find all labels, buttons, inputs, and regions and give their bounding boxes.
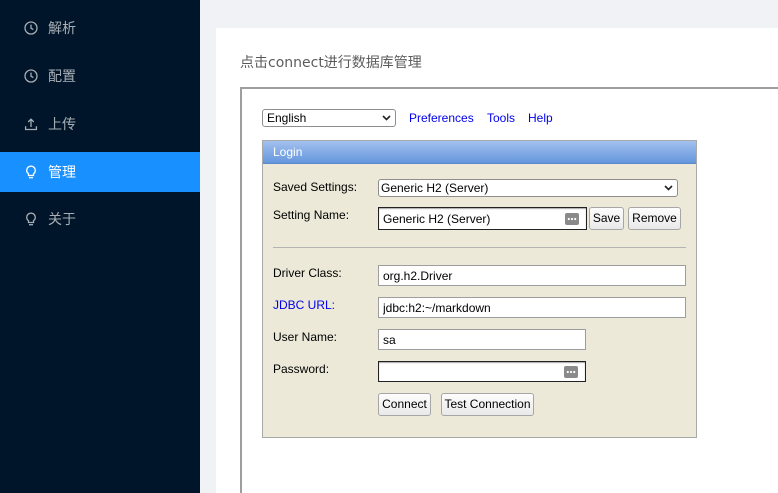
test-connection-button[interactable]: Test Connection bbox=[441, 393, 534, 416]
user-name-label: User Name: bbox=[273, 330, 338, 344]
sidebar-item-label: 上传 bbox=[48, 117, 76, 133]
jdbc-url-link[interactable]: JDBC URL: bbox=[273, 298, 335, 312]
language-select-value: English bbox=[267, 111, 307, 125]
driver-class-input[interactable] bbox=[378, 265, 686, 286]
clock-icon bbox=[24, 69, 38, 83]
saved-settings-select[interactable]: Generic H2 (Server) bbox=[378, 179, 678, 197]
upload-icon bbox=[24, 117, 38, 131]
clock-icon bbox=[24, 21, 38, 35]
jdbc-url-input[interactable] bbox=[378, 297, 686, 318]
autofill-dots-icon[interactable] bbox=[565, 212, 579, 225]
h2-console-frame: English Preferences Tools Help Login Sav… bbox=[240, 87, 778, 493]
sidebar-item-manage[interactable]: 管理 bbox=[0, 152, 200, 192]
sidebar-item-label: 关于 bbox=[48, 212, 76, 228]
chevron-down-icon bbox=[382, 115, 391, 121]
password-field-wrap bbox=[378, 361, 586, 382]
bulb-icon bbox=[24, 212, 38, 226]
content-card: 点击connect进行数据库管理 English Preferences Too… bbox=[216, 28, 778, 493]
login-title: Login bbox=[263, 141, 696, 164]
saved-settings-value: Generic H2 (Server) bbox=[381, 181, 489, 195]
autofill-dots-icon[interactable] bbox=[564, 365, 578, 378]
saved-settings-label: Saved Settings: bbox=[273, 180, 358, 194]
divider bbox=[273, 247, 686, 248]
sidebar-item-upload[interactable]: 上传 bbox=[0, 104, 200, 144]
tools-link[interactable]: Tools bbox=[487, 111, 515, 125]
sidebar-item-label: 解析 bbox=[48, 21, 76, 37]
sidebar-item-label: 配置 bbox=[48, 69, 76, 85]
preferences-link[interactable]: Preferences bbox=[409, 111, 474, 125]
sidebar-item-parse[interactable]: 解析 bbox=[0, 8, 200, 48]
setting-name-field-wrap bbox=[378, 207, 587, 230]
language-select[interactable]: English bbox=[262, 109, 396, 127]
sidebar-item-label: 管理 bbox=[48, 165, 76, 181]
chevron-down-icon bbox=[664, 185, 673, 191]
login-panel: Login Saved Settings: Generic H2 (Server… bbox=[262, 140, 697, 438]
setting-name-input[interactable] bbox=[378, 207, 587, 230]
setting-name-label: Setting Name: bbox=[273, 208, 350, 222]
bulb-icon bbox=[24, 165, 38, 179]
remove-button[interactable]: Remove bbox=[628, 207, 681, 230]
sidebar-item-config[interactable]: 配置 bbox=[0, 56, 200, 96]
sidebar: 解析 配置 上传 管理 关于 bbox=[0, 0, 200, 493]
user-name-input[interactable] bbox=[378, 329, 586, 350]
sidebar-item-about[interactable]: 关于 bbox=[0, 199, 200, 239]
page-hint: 点击connect进行数据库管理 bbox=[240, 55, 422, 71]
help-link[interactable]: Help bbox=[528, 111, 553, 125]
connect-button[interactable]: Connect bbox=[378, 393, 431, 416]
password-input[interactable] bbox=[378, 361, 586, 382]
password-label: Password: bbox=[273, 362, 330, 376]
save-button[interactable]: Save bbox=[589, 207, 624, 230]
driver-class-label: Driver Class: bbox=[273, 266, 342, 280]
